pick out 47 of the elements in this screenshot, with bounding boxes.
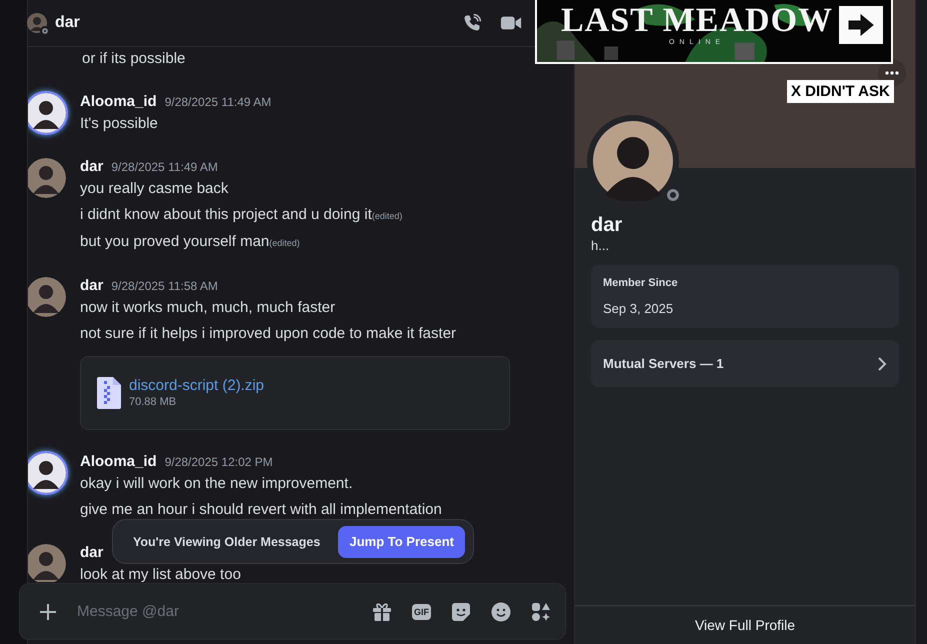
more-icon bbox=[885, 71, 899, 75]
view-full-profile-button[interactable]: View Full Profile bbox=[688, 616, 802, 634]
author-name[interactable]: dar bbox=[80, 544, 104, 562]
mutual-servers-button[interactable]: Mutual Servers — 1 bbox=[591, 340, 899, 387]
user-avatar[interactable] bbox=[28, 92, 66, 133]
author-name[interactable]: dar bbox=[80, 277, 104, 294]
author-name[interactable]: Alooma_id bbox=[80, 453, 157, 470]
message-input[interactable]: Message @dar bbox=[75, 602, 372, 622]
author-name[interactable]: dar bbox=[80, 158, 104, 176]
message-text: now it works much, much, much faster bbox=[80, 298, 336, 318]
message-text: i didnt know about this project and u doing it(edited) bbox=[80, 204, 402, 225]
message-text: It's possible bbox=[80, 114, 159, 134]
message-text: okay i will work on the new improvement. bbox=[80, 474, 354, 494]
message-text: you really casme back bbox=[80, 178, 230, 199]
member-since-date: Sep 3, 2025 bbox=[603, 301, 674, 316]
game-title: LAST MEADOW bbox=[561, 2, 834, 38]
phone-icon[interactable] bbox=[462, 12, 482, 33]
author-name[interactable]: Alooma_id bbox=[80, 93, 157, 110]
profile-name: dar bbox=[591, 214, 624, 237]
message-text: but you proved yourself man(edited) bbox=[80, 232, 301, 252]
timestamp: 9/28/2025 11:49 AM bbox=[111, 160, 218, 174]
jump-to-present-button[interactable]: Jump To Present bbox=[338, 526, 465, 558]
channel-title: dar bbox=[55, 14, 80, 32]
timestamp: 9/28/2025 11:58 AM bbox=[111, 278, 218, 293]
card-label: Member Since bbox=[603, 277, 679, 289]
message-text: look at my list above too bbox=[80, 564, 241, 582]
status-text: h... bbox=[591, 238, 610, 253]
gif-button[interactable]: GIF bbox=[412, 604, 431, 620]
notice-text: You're Viewing Older Messages bbox=[133, 534, 320, 548]
zip-file-icon bbox=[97, 376, 121, 409]
message-text: not sure if it helps i improved upon code to make it faster bbox=[80, 324, 458, 344]
file-size: 70.88 MB bbox=[129, 396, 178, 408]
emoji-icon[interactable] bbox=[491, 602, 511, 622]
sticker-label: X DIDN'T ASK bbox=[787, 80, 894, 103]
timestamp: 9/28/2025 12:02 PM bbox=[164, 454, 273, 469]
file-link[interactable]: discord-script (2).zip bbox=[129, 377, 264, 394]
arrow-button[interactable] bbox=[839, 6, 883, 44]
chevron-right-icon bbox=[877, 356, 887, 372]
message-text: or if its possible bbox=[82, 48, 186, 69]
apps-icon[interactable] bbox=[531, 602, 551, 622]
sticker-icon[interactable] bbox=[451, 602, 471, 622]
gift-icon[interactable] bbox=[372, 602, 392, 622]
timestamp: 9/28/2025 11:49 AM bbox=[164, 94, 272, 109]
arrow-icon bbox=[848, 14, 874, 36]
user-avatar[interactable] bbox=[28, 452, 66, 493]
message-text: give me an hour i should revert with all implementation bbox=[80, 500, 442, 520]
plus-icon[interactable] bbox=[39, 602, 57, 621]
